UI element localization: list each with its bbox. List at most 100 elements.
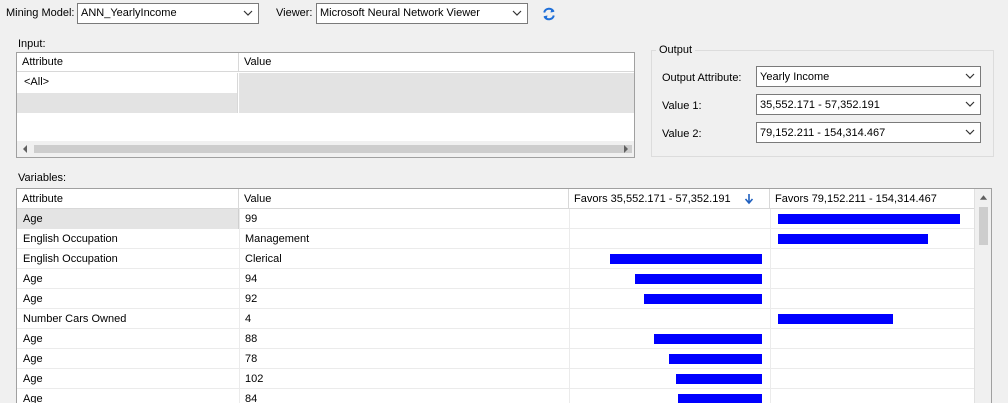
refresh-icon[interactable] [541,6,557,22]
favors-value-1-bar [644,294,762,304]
table-row[interactable]: Age 92 [17,289,975,309]
variables-grid: Attribute Value Favors 35,552.171 - 57,3… [16,188,992,403]
variable-attribute-cell[interactable]: Age [17,209,239,229]
column-divider [569,309,570,329]
table-row[interactable]: Age 88 [17,329,975,349]
mining-model-label: Mining Model: [6,7,75,19]
input-cell-attribute[interactable] [17,93,238,113]
scroll-right-icon[interactable] [621,144,631,154]
scroll-up-icon[interactable] [979,193,988,201]
variable-value-cell[interactable]: 102 [239,369,569,389]
variable-value-cell[interactable]: 88 [239,329,569,349]
column-divider [569,349,570,369]
input-cell-attribute[interactable]: <All> [17,73,238,93]
value2-label: Value 2: [662,128,702,140]
variable-attribute-cell[interactable]: English Occupation [17,249,239,269]
variable-attribute-cell[interactable]: English Occupation [17,229,239,249]
chevron-down-icon [965,73,975,79]
scrollbar-thumb[interactable] [34,145,632,153]
variable-value-cell[interactable]: Clerical [239,249,569,269]
value1-dropdown[interactable]: 35,552.171 - 57,352.191 [756,94,981,115]
variables-col-favors-1[interactable]: Favors 35,552.171 - 57,352.191 [569,189,770,209]
output-attribute-label: Output Attribute: [662,72,742,84]
variables-vertical-scrollbar[interactable] [974,189,991,403]
output-attribute-value: Yearly Income [760,71,830,83]
variable-value-cell[interactable]: 84 [239,389,569,403]
input-horizontal-scrollbar[interactable] [17,141,634,157]
favors-value-1-bar [654,334,762,344]
value1-label: Value 1: [662,100,702,112]
favors-value-2-bar [778,214,960,224]
input-col-value[interactable]: Value [239,53,634,72]
table-row[interactable]: Age 78 [17,349,975,369]
column-divider [239,269,240,289]
variable-attribute-cell[interactable]: Age [17,389,239,403]
column-divider [239,229,240,249]
output-group-label: Output [656,44,696,56]
table-row[interactable]: Number Cars Owned 4 [17,309,975,329]
variable-attribute-cell[interactable]: Age [17,289,239,309]
column-divider [770,269,771,289]
column-divider [569,329,570,349]
value2-dropdown[interactable]: 79,152.211 - 154,314.467 [756,122,981,143]
favors-value-1-bar [676,374,762,384]
variable-value-cell[interactable]: Management [239,229,569,249]
column-divider [569,369,570,389]
column-divider [770,329,771,349]
favors-value-1-bar [610,254,762,264]
variable-value-cell[interactable]: 4 [239,309,569,329]
variable-value-cell[interactable]: 99 [239,209,569,229]
column-divider [569,209,570,229]
input-col-attribute[interactable]: Attribute [17,53,239,72]
scroll-left-icon[interactable] [20,144,30,154]
variable-value-cell[interactable]: 92 [239,289,569,309]
variable-attribute-cell[interactable]: Age [17,349,239,369]
column-divider [239,289,240,309]
variables-group-label: Variables: [18,172,67,184]
column-divider [239,309,240,329]
table-row[interactable]: Age 84 [17,389,975,403]
scrollbar-thumb[interactable] [979,207,988,245]
chevron-down-icon [965,101,975,107]
column-divider [569,289,570,309]
column-divider [239,329,240,349]
variables-col-attribute[interactable]: Attribute [17,189,239,209]
chevron-down-icon [512,10,522,16]
variables-col-value[interactable]: Value [239,189,569,209]
column-divider [770,369,771,389]
table-row[interactable]: Age 102 [17,369,975,389]
variable-attribute-cell[interactable]: Age [17,269,239,289]
column-divider [569,229,570,249]
variable-attribute-cell[interactable]: Number Cars Owned [17,309,239,329]
table-row[interactable]: English Occupation Management [17,229,975,249]
sort-down-arrow-icon [744,194,754,205]
table-row[interactable]: English Occupation Clerical [17,249,975,269]
viewer-dropdown[interactable]: Microsoft Neural Network Viewer [316,3,528,24]
variable-value-cell[interactable]: 94 [239,269,569,289]
input-cell-value[interactable] [239,93,634,113]
table-row[interactable]: Age 99 [17,209,975,229]
chevron-down-icon [243,10,253,16]
column-divider [770,349,771,369]
favors-value-1-bar [669,354,762,364]
viewer-label: Viewer: [276,7,313,19]
variable-value-cell[interactable]: 78 [239,349,569,369]
input-cell-value[interactable] [239,73,634,93]
column-divider [239,209,240,229]
column-divider [569,269,570,289]
column-divider [569,249,570,269]
table-row[interactable]: Age 94 [17,269,975,289]
output-attribute-dropdown[interactable]: Yearly Income [756,66,981,87]
variable-attribute-cell[interactable]: Age [17,329,239,349]
favors-value-2-bar [778,234,928,244]
chevron-down-icon [965,129,975,135]
favors-1-header-label: Favors 35,552.171 - 57,352.191 [574,193,731,205]
column-divider [770,229,771,249]
variable-attribute-cell[interactable]: Age [17,369,239,389]
value1-value: 35,552.171 - 57,352.191 [760,99,880,111]
mining-model-dropdown[interactable]: ANN_YearlyIncome [77,3,259,24]
column-divider [770,289,771,309]
column-divider [770,389,771,403]
variables-col-favors-2[interactable]: Favors 79,152.211 - 154,314.467 [770,189,975,209]
column-divider [239,389,240,403]
